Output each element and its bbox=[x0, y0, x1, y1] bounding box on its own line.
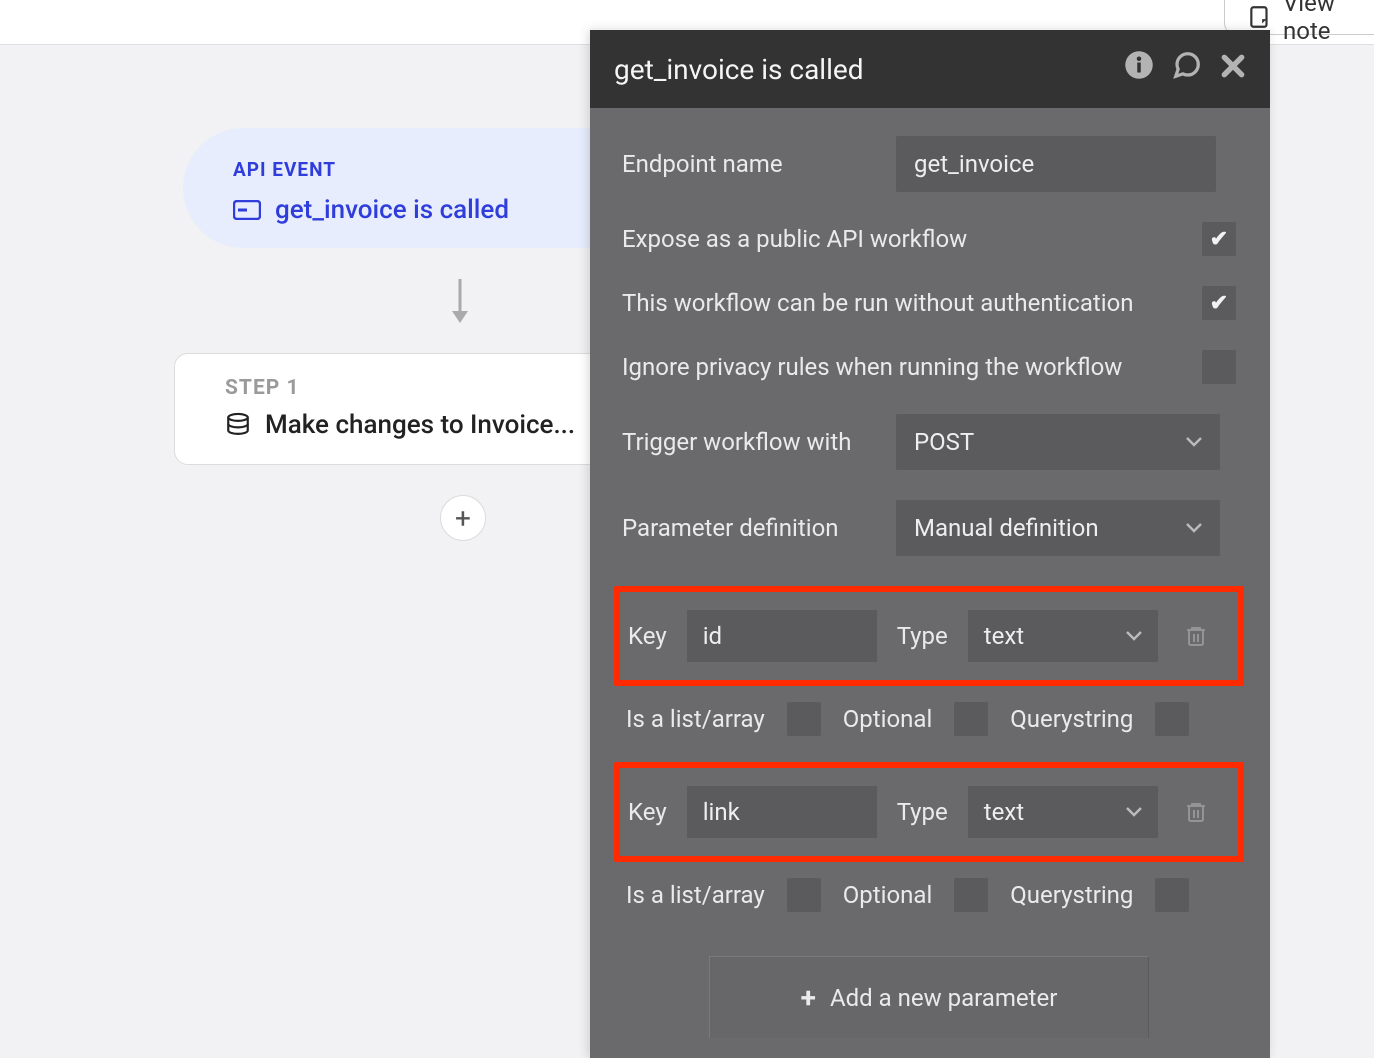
noauth-checkbox[interactable] bbox=[1202, 286, 1236, 320]
expose-checkbox[interactable] bbox=[1202, 222, 1236, 256]
optional-checkbox[interactable] bbox=[954, 702, 988, 736]
trigger-select[interactable]: POST bbox=[896, 414, 1220, 470]
optional-checkbox[interactable] bbox=[954, 878, 988, 912]
is-list-checkbox[interactable] bbox=[787, 702, 821, 736]
step-card-title: Make changes to Invoice... bbox=[265, 410, 575, 440]
trigger-label: Trigger workflow with bbox=[622, 428, 878, 456]
info-icon[interactable] bbox=[1124, 50, 1154, 88]
delete-param-button[interactable] bbox=[1184, 623, 1208, 649]
optional-label: Optional bbox=[843, 705, 933, 733]
paramdef-value: Manual definition bbox=[914, 514, 1099, 542]
add-parameter-button[interactable]: + Add a new parameter bbox=[709, 956, 1149, 1038]
param-type-select[interactable]: text bbox=[968, 610, 1158, 662]
panel-header: get_invoice is called bbox=[590, 30, 1270, 108]
param-key-input[interactable] bbox=[687, 610, 877, 662]
paramdef-label: Parameter definition bbox=[622, 514, 878, 542]
delete-param-button[interactable] bbox=[1184, 799, 1208, 825]
privacy-label: Ignore privacy rules when running the wo… bbox=[622, 353, 1122, 381]
param-key-label: Key bbox=[628, 798, 667, 826]
property-panel: get_invoice is called Endpoint name Expo… bbox=[590, 30, 1270, 1058]
panel-body: Endpoint name Expose as a public API wor… bbox=[590, 108, 1270, 1038]
trigger-value: POST bbox=[914, 428, 974, 456]
plus-icon: + bbox=[801, 981, 816, 1014]
noauth-label: This workflow can be run without authent… bbox=[622, 289, 1134, 317]
endpoint-name-input[interactable] bbox=[896, 136, 1216, 192]
param-key-label: Key bbox=[628, 622, 667, 650]
note-icon bbox=[1247, 4, 1273, 30]
event-card-subtitle: API EVENT bbox=[233, 158, 648, 181]
expose-row: Expose as a public API workflow bbox=[622, 222, 1236, 256]
privacy-checkbox[interactable] bbox=[1202, 350, 1236, 384]
optional-label: Optional bbox=[843, 881, 933, 909]
api-event-icon bbox=[233, 200, 261, 220]
event-card-title: get_invoice is called bbox=[275, 195, 509, 225]
privacy-row: Ignore privacy rules when running the wo… bbox=[622, 350, 1236, 384]
chevron-down-icon bbox=[1186, 437, 1202, 447]
chevron-down-icon bbox=[1126, 807, 1142, 817]
panel-title: get_invoice is called bbox=[614, 53, 1106, 86]
trash-icon bbox=[1184, 623, 1208, 649]
param-key-input[interactable] bbox=[687, 786, 877, 838]
step-card-subtitle: STEP 1 bbox=[225, 376, 651, 400]
paramdef-row: Parameter definition Manual definition bbox=[622, 500, 1236, 556]
noauth-row: This workflow can be run without authent… bbox=[622, 286, 1236, 320]
parameter-flags: Is a list/array Optional Querystring bbox=[622, 872, 1236, 922]
trigger-row: Trigger workflow with POST bbox=[622, 414, 1236, 470]
param-type-label: Type bbox=[897, 622, 948, 650]
endpoint-name-label: Endpoint name bbox=[622, 150, 878, 178]
parameter-flags: Is a list/array Optional Querystring bbox=[622, 696, 1236, 746]
close-icon[interactable] bbox=[1220, 52, 1246, 87]
plus-icon: + bbox=[455, 502, 471, 535]
param-type-value: text bbox=[984, 622, 1024, 650]
is-list-label: Is a list/array bbox=[626, 705, 765, 733]
param-type-value: text bbox=[984, 798, 1024, 826]
querystring-label: Querystring bbox=[1010, 705, 1133, 733]
paramdef-select[interactable]: Manual definition bbox=[896, 500, 1220, 556]
endpoint-name-row: Endpoint name bbox=[622, 136, 1236, 192]
expose-label: Expose as a public API workflow bbox=[622, 225, 967, 253]
chevron-down-icon bbox=[1126, 631, 1142, 641]
is-list-label: Is a list/array bbox=[626, 881, 765, 909]
database-icon bbox=[225, 412, 251, 438]
trash-icon bbox=[1184, 799, 1208, 825]
view-notes-label: View note bbox=[1283, 0, 1374, 45]
chevron-down-icon bbox=[1186, 523, 1202, 533]
comment-icon[interactable] bbox=[1172, 50, 1202, 88]
is-list-checkbox[interactable] bbox=[787, 878, 821, 912]
parameter-row: Key Type text bbox=[614, 586, 1244, 686]
querystring-checkbox[interactable] bbox=[1155, 878, 1189, 912]
parameter-row: Key Type text bbox=[614, 762, 1244, 862]
add-step-button[interactable]: + bbox=[440, 495, 486, 541]
param-type-label: Type bbox=[897, 798, 948, 826]
querystring-checkbox[interactable] bbox=[1155, 702, 1189, 736]
querystring-label: Querystring bbox=[1010, 881, 1133, 909]
add-parameter-label: Add a new parameter bbox=[830, 984, 1057, 1012]
param-type-select[interactable]: text bbox=[968, 786, 1158, 838]
arrow-down-icon bbox=[448, 277, 472, 329]
